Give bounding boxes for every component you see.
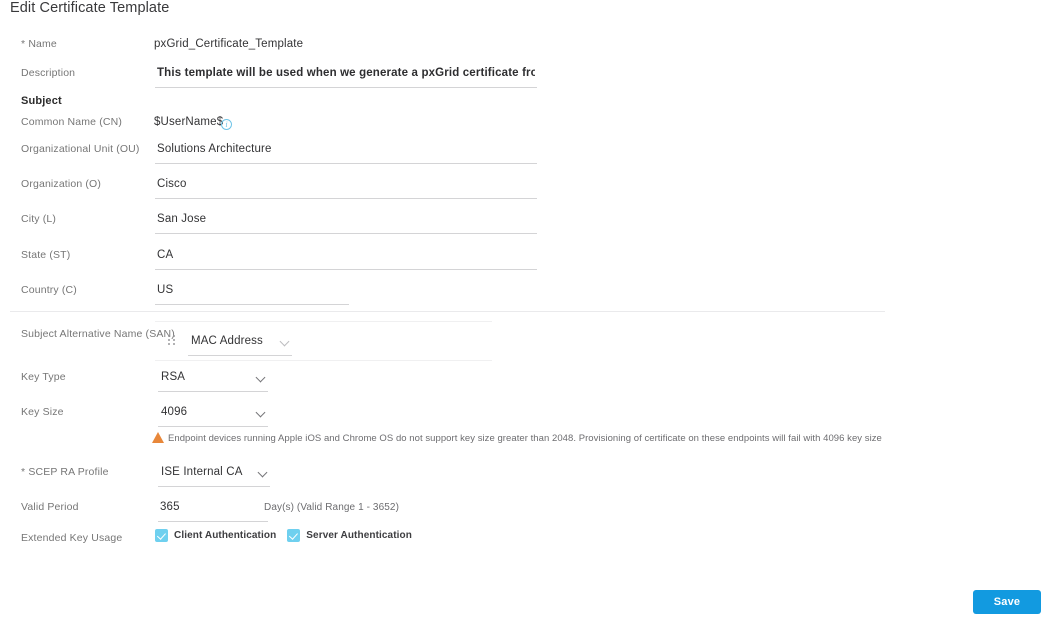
- form-row-key-type: Key Type RSA: [0, 370, 1044, 400]
- page-title: Edit Certificate Template: [10, 0, 170, 16]
- city-label: City (L): [21, 213, 57, 225]
- scep-ra-profile-label: SCEP RA Profile: [21, 465, 109, 479]
- checkbox-checked-icon[interactable]: [287, 529, 301, 542]
- city-field[interactable]: San Jose: [155, 209, 537, 234]
- description-label: Description: [21, 67, 76, 79]
- key-type-label: Key Type: [21, 371, 66, 383]
- organization-field[interactable]: Cisco: [155, 174, 537, 199]
- key-size-value: 4096: [161, 406, 188, 418]
- valid-period-underline: [158, 521, 268, 522]
- key-size-label: Key Size: [21, 406, 64, 418]
- state-field[interactable]: CA: [155, 245, 537, 270]
- valid-period-suffix: Day(s) (Valid Range 1 - 3652): [264, 502, 399, 513]
- drag-handle-icon[interactable]: [168, 335, 175, 346]
- key-size-select[interactable]: 4096: [158, 402, 268, 427]
- country-label: Country (C): [21, 284, 77, 296]
- description-value: This template will be used when we gener…: [157, 67, 535, 79]
- state-label: State (ST): [21, 249, 71, 261]
- form-row-san: Subject Alternative Name (SAN) MAC Addre…: [0, 321, 1044, 371]
- organizational-unit-underline: [155, 163, 537, 164]
- san-type-select[interactable]: MAC Address: [188, 331, 292, 356]
- organizational-unit-field[interactable]: Solutions Architecture: [155, 139, 537, 164]
- key-size-warning: Endpoint devices running Apple iOS and C…: [152, 432, 882, 446]
- extended-key-usage-label: Extended Key Usage: [21, 532, 123, 544]
- organizational-unit-value: Solutions Architecture: [157, 143, 272, 155]
- section-divider: [10, 311, 885, 312]
- name-value[interactable]: pxGrid_Certificate_Template: [154, 34, 303, 54]
- key-size-underline: [158, 426, 268, 427]
- form-row-valid-period: Valid Period 365 Day(s) (Valid Range 1 -…: [0, 500, 1044, 530]
- san-entry-box: MAC Address: [155, 321, 492, 361]
- form-row-organizational-unit: Organizational Unit (OU) Solutions Archi…: [0, 142, 1044, 172]
- chevron-down-icon: [257, 409, 266, 418]
- description-underline: [155, 87, 537, 88]
- san-type-value: MAC Address: [191, 335, 263, 347]
- common-name-value[interactable]: $UserName$: [154, 112, 223, 132]
- scep-ra-profile-value: ISE Internal CA: [161, 466, 243, 478]
- key-type-value: RSA: [161, 371, 186, 383]
- form-row-country: Country (C) US: [0, 283, 1044, 313]
- extended-key-usage-options: Client Authentication Server Authenticat…: [155, 529, 423, 542]
- form-row-description: Description This template will be used w…: [0, 66, 1044, 96]
- valid-period-label: Valid Period: [21, 501, 79, 513]
- key-type-underline: [158, 391, 268, 392]
- country-underline: [155, 304, 349, 305]
- country-value: US: [157, 284, 174, 296]
- scep-ra-profile-select[interactable]: ISE Internal CA: [158, 462, 270, 487]
- form-row-city: City (L) San Jose: [0, 212, 1044, 242]
- organization-value: Cisco: [157, 178, 187, 190]
- checkbox-server-authentication[interactable]: Server Authentication: [287, 529, 412, 542]
- checkbox-client-authentication[interactable]: Client Authentication: [155, 529, 276, 542]
- form-row-organization: Organization (O) Cisco: [0, 177, 1044, 207]
- san-label: Subject Alternative Name (SAN): [21, 328, 175, 340]
- form-row-state: State (ST) CA: [0, 248, 1044, 278]
- valid-period-field[interactable]: 365: [158, 497, 268, 522]
- form-row-scep-ra-profile: SCEP RA Profile ISE Internal CA: [0, 465, 1044, 495]
- form-row-key-size: Key Size 4096: [0, 405, 1044, 435]
- name-label: Name: [21, 37, 57, 51]
- checkbox-client-authentication-label: Client Authentication: [174, 530, 277, 541]
- info-circle-icon[interactable]: i: [221, 119, 232, 130]
- chevron-down-icon: [257, 374, 266, 383]
- key-type-select[interactable]: RSA: [158, 367, 268, 392]
- checkbox-server-authentication-label: Server Authentication: [306, 530, 412, 541]
- warning-triangle-icon: [152, 432, 164, 443]
- country-field[interactable]: US: [155, 280, 349, 305]
- key-size-warning-text: Endpoint devices running Apple iOS and C…: [168, 433, 882, 444]
- scep-ra-profile-underline: [158, 486, 270, 487]
- state-value: CA: [157, 249, 174, 261]
- description-field[interactable]: This template will be used when we gener…: [155, 63, 537, 88]
- city-value: San Jose: [157, 213, 207, 225]
- san-type-underline: [188, 355, 292, 356]
- checkbox-checked-icon[interactable]: [155, 529, 168, 542]
- chevron-down-icon: [259, 469, 268, 478]
- city-underline: [155, 233, 537, 234]
- chevron-down-icon: [281, 338, 290, 347]
- subject-heading-label: Subject: [21, 95, 62, 107]
- organization-label: Organization (O): [21, 178, 102, 190]
- common-name-label: Common Name (CN): [21, 116, 122, 128]
- organization-underline: [155, 198, 537, 199]
- save-button[interactable]: Save: [973, 590, 1041, 614]
- valid-period-value: 365: [160, 501, 180, 513]
- state-underline: [155, 269, 537, 270]
- organizational-unit-label: Organizational Unit (OU): [21, 143, 140, 155]
